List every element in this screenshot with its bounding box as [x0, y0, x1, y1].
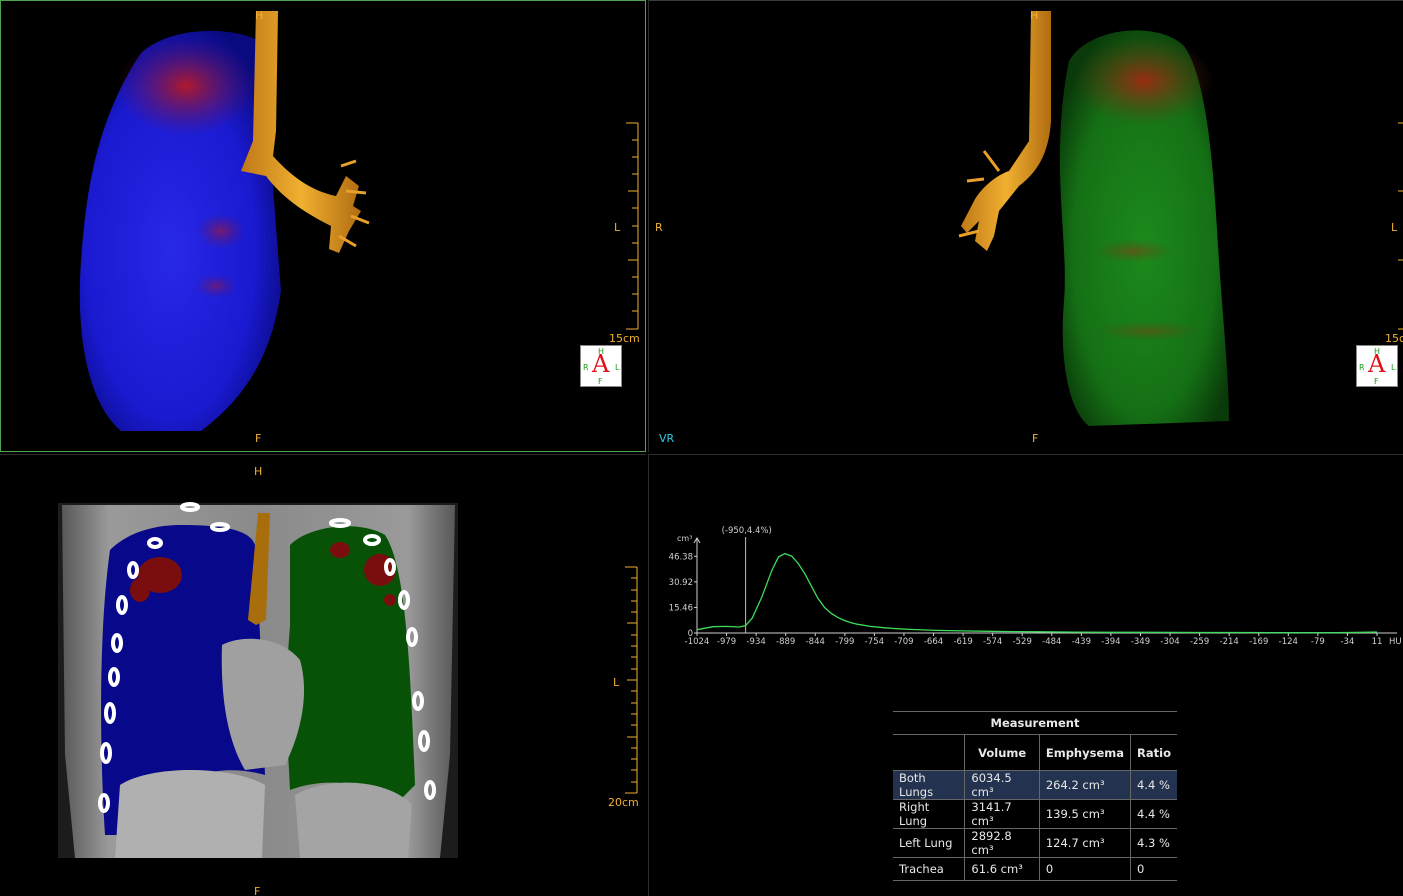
x-tick-label: -934 — [746, 637, 765, 647]
viewport-3d-right-lung[interactable]: H R L F VR 15c A H F R L — [648, 0, 1403, 452]
cube-left-label: R — [583, 363, 589, 372]
cube-right-label: L — [615, 363, 620, 372]
x-tick-label: -664 — [924, 637, 943, 647]
row-ratio: 0 — [1130, 857, 1177, 881]
row-volume: 6034.5 cm³ — [964, 770, 1040, 800]
x-tick-label: -304 — [1160, 637, 1179, 647]
y-tick-label: 46.38 — [669, 552, 693, 562]
x-tick-label: -619 — [953, 637, 972, 647]
table-row-left-lung[interactable]: Left Lung 2892.8 cm³ 124.7 cm³ 4.3 % — [893, 828, 1177, 858]
viewport-ct-coronal[interactable]: H L F 20cm — [0, 454, 646, 896]
x-tick-label: -394 — [1101, 637, 1120, 647]
scale-ruler — [625, 566, 638, 795]
table-row-trachea[interactable]: Trachea 61.6 cm³ 0 0 — [893, 857, 1177, 881]
cube-top-label: H — [598, 347, 605, 356]
volume-render-left — [79, 11, 370, 431]
x-tick-label: -214 — [1220, 637, 1239, 647]
orientation-cube[interactable]: A H F R L — [1356, 345, 1398, 387]
x-tick-label: -709 — [894, 637, 913, 647]
row-ratio: 4.3 % — [1130, 828, 1177, 858]
row-name: Right Lung — [893, 799, 965, 829]
x-tick-label: 11 — [1372, 637, 1383, 647]
x-tick-label: -574 — [983, 637, 1002, 647]
row-name: Trachea — [893, 857, 965, 881]
row-ratio: 4.4 % — [1130, 799, 1177, 829]
x-tick-label: -259 — [1190, 637, 1209, 647]
row-name: Both Lungs — [893, 770, 965, 800]
scale-label: 20cm — [608, 796, 639, 809]
x-tick-label: -799 — [835, 637, 854, 647]
volume-render-right — [958, 11, 1229, 427]
emphysema-histogram: cm³015.4630.9246.38-1024 -979 -934 -889 -844… — [669, 526, 1402, 647]
scale-ruler — [626, 122, 639, 331]
col-header-ratio: Ratio — [1130, 734, 1177, 771]
x-tick-label: -979 — [717, 637, 736, 647]
x-tick-label: -349 — [1131, 637, 1150, 647]
ct-coronal-image — [58, 502, 458, 858]
threshold-marker-label: (-950,4.4%) — [722, 526, 772, 536]
row-volume: 2892.8 cm³ — [964, 828, 1040, 858]
scale-label: 15c — [1385, 332, 1403, 345]
orientation-cube[interactable]: A H F R L — [580, 345, 622, 387]
row-emphysema: 124.7 cm³ — [1038, 828, 1131, 858]
row-emphysema: 0 — [1038, 857, 1131, 881]
row-emphysema: 139.5 cm³ — [1038, 799, 1131, 829]
col-header-volume: Volume — [964, 734, 1040, 771]
scale-label: 15cm — [609, 332, 640, 345]
x-tick-label: -1024 — [685, 637, 710, 647]
x-tick-label: -529 — [1013, 637, 1032, 647]
orient-right-label: L — [614, 221, 621, 234]
row-ratio: 4.4 % — [1130, 770, 1177, 800]
orient-bottom-label: F — [1032, 432, 1039, 445]
orient-top-label: H — [254, 465, 263, 478]
table-row-both-lungs[interactable]: Both Lungs 6034.5 cm³ 264.2 cm³ 4.4 % — [893, 770, 1177, 800]
orient-top-label: H — [255, 9, 264, 22]
x-tick-label: -34 — [1340, 637, 1354, 647]
row-volume: 3141.7 cm³ — [964, 799, 1040, 829]
cube-bottom-label: F — [1374, 377, 1379, 386]
table-row-right-lung[interactable]: Right Lung 3141.7 cm³ 139.5 cm³ 4.4 % — [893, 799, 1177, 829]
col-header-emphysema: Emphysema — [1038, 734, 1131, 771]
density-curve — [696, 552, 1378, 634]
orient-bottom-label: F — [254, 885, 261, 896]
measurement-table: Measurement Volume Emphysema Ratio Both … — [893, 711, 1177, 881]
scale-ruler — [1396, 122, 1403, 331]
y-tick-label: 15.46 — [669, 603, 693, 613]
x-tick-label: -754 — [865, 637, 884, 647]
orient-right-label: L — [613, 676, 620, 689]
x-unit-label: HU — [1389, 637, 1402, 647]
render-mode-label: VR — [659, 432, 675, 445]
cube-bottom-label: F — [598, 377, 603, 386]
x-tick-label: -169 — [1249, 637, 1268, 647]
x-tick-label: -79 — [1311, 637, 1325, 647]
col-header-name — [893, 734, 965, 771]
orient-top-label: H — [1030, 9, 1039, 22]
cube-top-label: H — [1374, 347, 1381, 356]
y-tick-label: 30.92 — [669, 578, 693, 588]
orient-bottom-label: F — [255, 432, 262, 445]
y-unit-label: cm³ — [677, 534, 692, 543]
row-name: Left Lung — [893, 828, 965, 858]
row-volume: 61.6 cm³ — [964, 857, 1040, 881]
x-tick-label: -889 — [776, 637, 795, 647]
x-tick-label: -124 — [1279, 637, 1298, 647]
row-emphysema: 264.2 cm³ — [1038, 770, 1131, 800]
measurement-title: Measurement — [893, 711, 1177, 735]
cube-right-label: L — [1391, 363, 1396, 372]
viewport-3d-left-lung[interactable]: H L F 15cm A H F R L — [0, 0, 646, 452]
x-tick-label: -484 — [1042, 637, 1061, 647]
viewport-analysis: cm³ 0 15.46 30.92 46.38 -1024 -979 -934 -889 -844… — [648, 454, 1403, 896]
x-tick-label: -439 — [1072, 637, 1091, 647]
orient-left-label: R — [655, 221, 663, 234]
cube-left-label: R — [1359, 363, 1365, 372]
x-tick-label: -844 — [806, 637, 825, 647]
